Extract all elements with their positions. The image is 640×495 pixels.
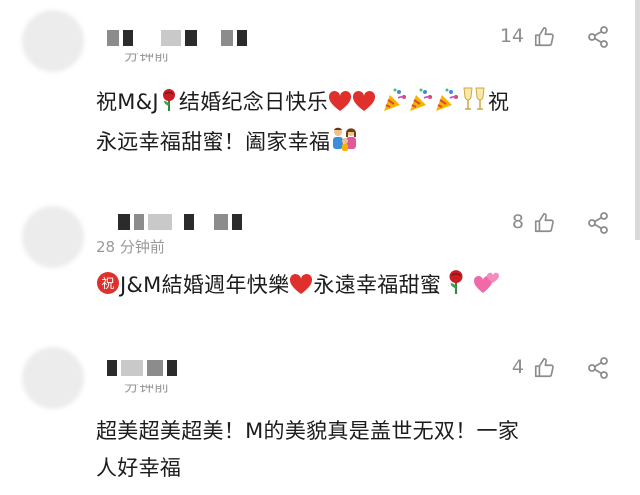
- rose-icon: [159, 87, 179, 124]
- rose-icon: [445, 269, 467, 307]
- comment-text-part: 永遠幸福甜蜜: [313, 273, 442, 297]
- comment-text: 超美超美超美！M的美貌真是盖世无双！一家 人好幸福: [96, 413, 626, 487]
- party-popper-icon: [408, 87, 434, 124]
- share-icon[interactable]: [586, 211, 610, 235]
- comment-time: 分钟前: [124, 377, 170, 395]
- username-blurred[interactable]: [107, 360, 181, 376]
- comment-time: 28 分钟前: [96, 238, 165, 256]
- avatar[interactable]: [22, 347, 84, 409]
- party-popper-icon: [382, 87, 408, 124]
- comment-text-part: 祝M&J: [96, 90, 159, 114]
- username-blurred[interactable]: [118, 214, 246, 230]
- thumbs-up-icon[interactable]: [533, 26, 555, 48]
- comment-text-part: 永远幸福甜蜜！阖家幸福: [96, 130, 331, 154]
- share-icon[interactable]: [586, 356, 610, 380]
- party-popper-icon: [434, 87, 460, 124]
- avatar[interactable]: [22, 10, 84, 72]
- red-heart-icon: [352, 87, 376, 124]
- comment-text-part: 人好幸福: [96, 456, 182, 480]
- comment-text: 祝 J&M結婚週年快樂 永遠幸福甜蜜: [96, 267, 626, 307]
- thumbs-up-icon[interactable]: [533, 357, 555, 379]
- comment-text-part: 超美超美超美！M的美貌真是盖世无双！一家: [96, 419, 520, 443]
- comment-text-part: J&M結婚週年快樂: [120, 273, 290, 297]
- congratulations-ideograph-icon: 祝: [96, 270, 120, 307]
- scrollbar[interactable]: [635, 0, 640, 240]
- username-blurred[interactable]: [107, 30, 251, 46]
- red-heart-icon: [289, 270, 313, 307]
- two-hearts-icon: [473, 270, 501, 307]
- avatar[interactable]: [22, 206, 84, 268]
- comment-text-part: 结婚纪念日快乐: [178, 90, 328, 114]
- clinking-glasses-icon: [460, 86, 488, 124]
- share-icon[interactable]: [586, 25, 610, 49]
- family-icon: [330, 126, 360, 164]
- like-count: 8: [511, 211, 524, 233]
- comment-text: 祝M&J 结婚纪念日快乐 祝永远幸福甜蜜！阖家幸福: [96, 84, 626, 164]
- red-heart-icon: [328, 87, 352, 124]
- comment-text-part: 祝: [488, 90, 510, 114]
- thumbs-up-icon[interactable]: [533, 212, 555, 234]
- like-count: 14: [499, 25, 524, 47]
- svg-text:祝: 祝: [101, 277, 114, 292]
- like-count: 4: [511, 356, 524, 378]
- comment-time: 分钟前: [124, 46, 170, 64]
